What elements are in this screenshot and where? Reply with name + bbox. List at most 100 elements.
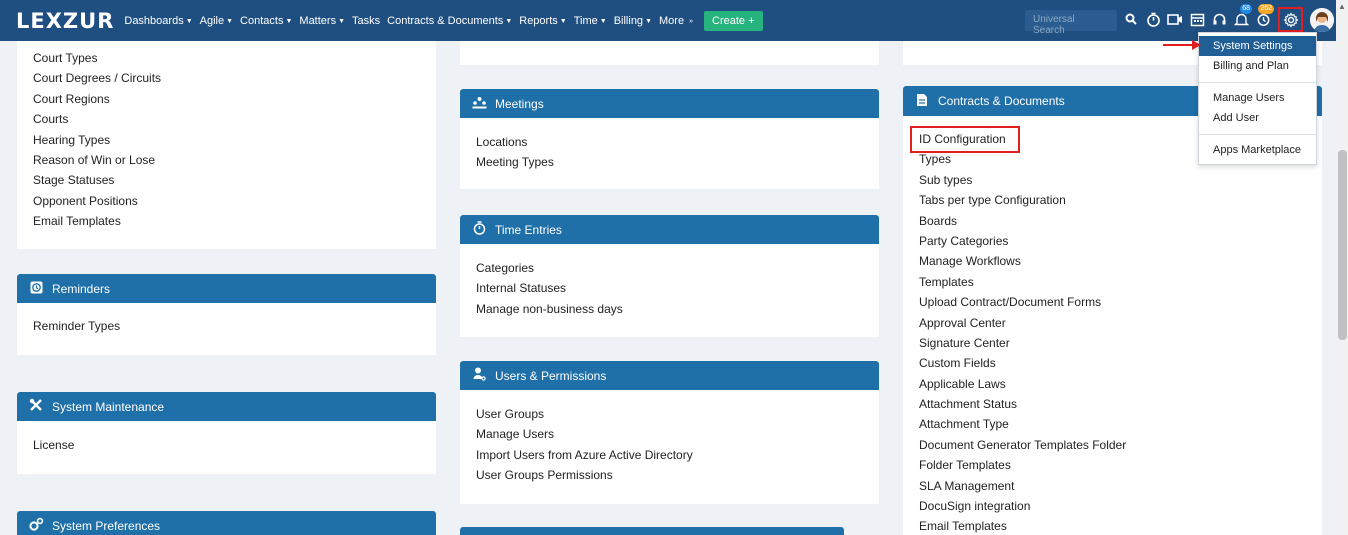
list-item[interactable]: License: [33, 435, 74, 455]
list-item[interactable]: Manage non-business days: [476, 299, 623, 319]
reminder-count-badge: 262: [1258, 4, 1274, 14]
contracts-documents-list: ID Configuration Types Sub types Tabs pe…: [919, 129, 1126, 535]
meetings-header: Meetings: [460, 89, 879, 118]
reminders-list: Reminder Types: [33, 316, 120, 336]
reminder-icon[interactable]: 262: [1252, 4, 1274, 30]
users-permissions-header: Users & Permissions: [460, 361, 879, 390]
meetings-list: Locations Meeting Types: [476, 132, 554, 173]
scrollbar-thumb[interactable]: [1338, 150, 1347, 340]
menu-item-system-settings[interactable]: System Settings: [1199, 36, 1316, 56]
nav-dashboards[interactable]: Dashboards ▼: [124, 15, 192, 27]
video-meeting-icon[interactable]: [1164, 8, 1186, 30]
list-item[interactable]: Document Generator Templates Folder: [919, 435, 1126, 455]
stopwatch-icon: [472, 221, 486, 238]
calendar-icon[interactable]: [1186, 8, 1208, 30]
settings-dropdown-menu: System Settings Billing and Plan Manage …: [1198, 32, 1317, 165]
list-item[interactable]: Approval Center: [919, 313, 1126, 333]
nav-time[interactable]: Time ▼: [574, 15, 607, 27]
list-item[interactable]: Reminder Types: [33, 316, 120, 336]
nav-contacts[interactable]: Contacts ▼: [240, 15, 292, 27]
headset-icon[interactable]: [1208, 8, 1230, 30]
panel-title: System Preferences: [52, 518, 161, 533]
nav-agile[interactable]: Agile ▼: [200, 15, 233, 27]
list-item[interactable]: Attachment Type: [919, 414, 1126, 434]
middle-bottom-header: [460, 527, 844, 535]
gears-icon: [29, 517, 44, 534]
id-configuration-highlight: [910, 126, 1020, 153]
list-item[interactable]: Applicable Laws: [919, 374, 1126, 394]
clock-history-icon: [29, 281, 43, 297]
user-key-icon: [472, 367, 486, 384]
reminders-header: Reminders: [17, 274, 436, 303]
list-item[interactable]: Court Degrees / Circuits: [33, 68, 161, 88]
list-item[interactable]: Templates: [919, 272, 1126, 292]
menu-item-apps-marketplace[interactable]: Apps Marketplace: [1199, 140, 1316, 160]
notification-count-badge: 68: [1240, 4, 1252, 14]
list-item[interactable]: Categories: [476, 258, 623, 278]
time-entries-list: Categories Internal Statuses Manage non-…: [476, 258, 623, 319]
list-item[interactable]: Locations: [476, 132, 554, 152]
list-item[interactable]: Tabs per type Configuration: [919, 190, 1126, 210]
universal-search-input[interactable]: Universal Search: [1025, 10, 1117, 36]
create-button[interactable]: Create +: [704, 10, 763, 31]
list-item[interactable]: Courts: [33, 109, 161, 129]
nav-tasks[interactable]: Tasks: [352, 15, 380, 27]
list-item[interactable]: Hearing Types: [33, 130, 161, 150]
list-item[interactable]: Reason of Win or Lose: [33, 150, 161, 170]
panel-title: Meetings: [495, 96, 544, 111]
list-item[interactable]: Court Regions: [33, 89, 161, 109]
people-icon: [472, 96, 487, 112]
nav-more[interactable]: More »: [659, 15, 693, 27]
list-item[interactable]: Sub types: [919, 170, 1126, 190]
list-item[interactable]: Custom Fields: [919, 353, 1126, 373]
nav-matters[interactable]: Matters ▼: [299, 15, 345, 27]
stopwatch-icon[interactable]: [1142, 8, 1164, 30]
bell-icon[interactable]: 68: [1230, 4, 1252, 30]
menu-item-billing-and-plan[interactable]: Billing and Plan: [1199, 56, 1316, 76]
list-item[interactable]: SLA Management: [919, 476, 1126, 496]
list-item[interactable]: Attachment Status: [919, 394, 1126, 414]
user-avatar[interactable]: [1310, 8, 1334, 32]
app-logo[interactable]: LEXZUR: [16, 9, 114, 33]
list-item[interactable]: Boards: [919, 211, 1126, 231]
system-maintenance-list: License: [33, 435, 74, 455]
list-item[interactable]: User Groups Permissions: [476, 465, 693, 485]
panel-title: Contracts & Documents: [938, 94, 1065, 108]
menu-divider: [1199, 82, 1316, 83]
scroll-up-icon[interactable]: ▲: [1338, 2, 1346, 11]
list-item[interactable]: Upload Contract/Document Forms: [919, 292, 1126, 312]
system-maintenance-header: System Maintenance: [17, 392, 436, 421]
nav-billing[interactable]: Billing ▼: [614, 15, 652, 27]
panel-title: System Maintenance: [52, 399, 165, 414]
list-item[interactable]: Email Templates: [919, 516, 1126, 535]
list-item[interactable]: Internal Statuses: [476, 278, 623, 298]
menu-divider: [1199, 134, 1316, 135]
middle-top-panel: [460, 41, 879, 65]
list-item[interactable]: Signature Center: [919, 333, 1126, 353]
nav-contracts-documents[interactable]: Contracts & Documents ▼: [387, 15, 512, 27]
nav-reports[interactable]: Reports ▼: [519, 15, 566, 27]
menu-item-add-user[interactable]: Add User: [1199, 108, 1316, 128]
menu-item-manage-users[interactable]: Manage Users: [1199, 88, 1316, 108]
list-item[interactable]: Stage Statuses: [33, 170, 161, 190]
list-item[interactable]: Party Categories: [919, 231, 1126, 251]
list-item[interactable]: Opponent Positions: [33, 191, 161, 211]
main-nav: Dashboards ▼ Agile ▼ Contacts ▼ Matters ▼ Ta…: [124, 10, 763, 31]
annotation-arrow-head: [1192, 40, 1201, 50]
list-item[interactable]: Email Templates: [33, 211, 161, 231]
list-item[interactable]: Court Types: [33, 48, 161, 68]
document-icon: [915, 93, 929, 110]
list-item[interactable]: User Groups: [476, 404, 693, 424]
search-icon[interactable]: [1120, 8, 1142, 30]
panel-title: Time Entries: [495, 222, 562, 237]
list-item[interactable]: Manage Workflows: [919, 251, 1126, 271]
list-item[interactable]: DocuSign integration: [919, 496, 1126, 516]
list-item[interactable]: Import Users from Azure Active Directory: [476, 445, 693, 465]
panel-title: Users & Permissions: [495, 368, 607, 383]
gear-icon: [1282, 11, 1299, 28]
list-item[interactable]: Folder Templates: [919, 455, 1126, 475]
settings-gear-button[interactable]: [1278, 7, 1303, 32]
toolbar-icons: 68 262: [1120, 4, 1274, 30]
list-item[interactable]: Manage Users: [476, 424, 693, 444]
list-item[interactable]: Meeting Types: [476, 152, 554, 172]
